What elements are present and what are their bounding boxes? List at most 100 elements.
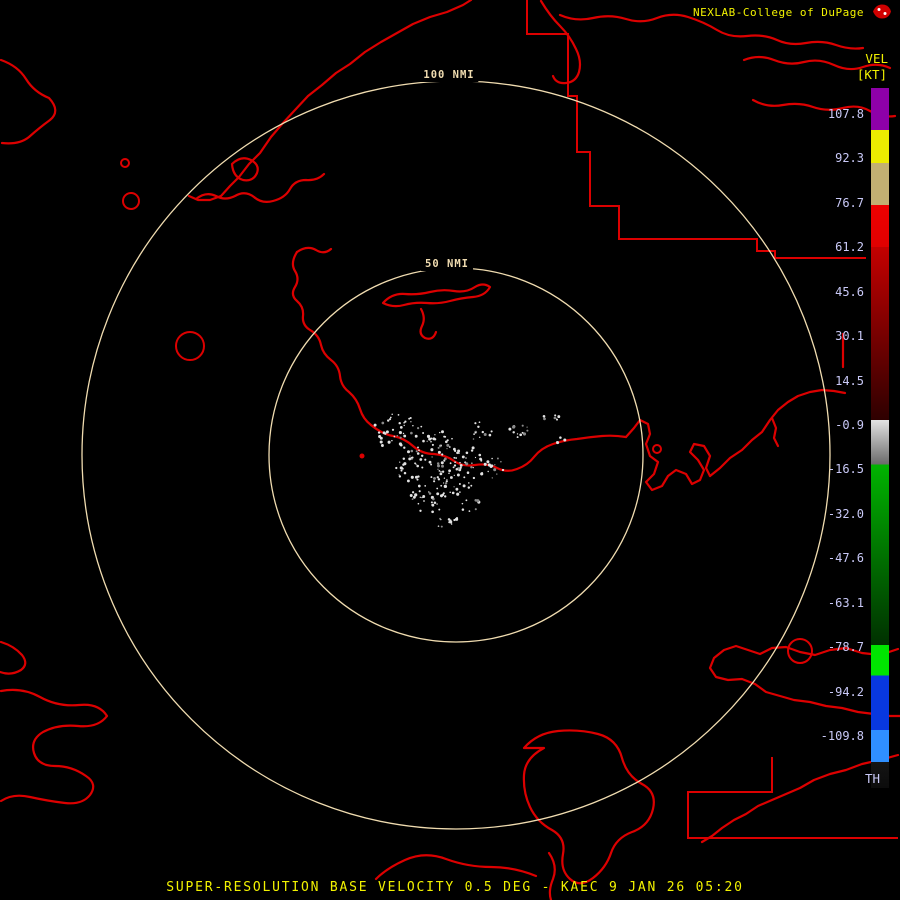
velocity-echo-dot [431, 456, 433, 458]
velocity-echo-dot [407, 450, 410, 454]
velocity-echo-dot [494, 464, 496, 466]
velocity-echo-dot [459, 466, 462, 469]
velocity-echo-dot [418, 485, 421, 488]
velocity-echo-dot [444, 482, 448, 485]
velocity-echo-dot [402, 432, 405, 435]
velocity-echo-dot [459, 461, 461, 464]
velocity-echo-dot [556, 418, 558, 421]
velocity-echo-dot [416, 452, 420, 455]
coastline-path [187, 0, 473, 202]
coastline-path [381, 283, 492, 308]
velocity-echo-dot [380, 444, 384, 447]
colorbar-tick: -94.2 [827, 684, 864, 699]
velocity-echo-dot [417, 427, 420, 430]
velocity-echo-dot [428, 460, 432, 464]
velocity-echo-dot [470, 484, 473, 487]
velocity-echo-dot [501, 468, 505, 472]
coastline-path [419, 307, 438, 340]
velocity-echo-dot [409, 455, 411, 457]
velocity-echo-dot [516, 436, 519, 439]
velocity-echo-dot [500, 460, 502, 463]
velocity-echo-dot [481, 430, 484, 434]
velocity-echo-dot [377, 431, 381, 434]
velocity-echo-dot [443, 477, 446, 479]
velocity-echo-dot [418, 449, 420, 452]
velocity-echo-dot [430, 440, 432, 443]
velocity-echo-dot [419, 496, 421, 498]
velocity-echo-dot [441, 464, 444, 468]
velocity-echo-dot [442, 482, 445, 484]
velocity-echo-dot [462, 484, 466, 488]
velocity-echo-dot [422, 439, 425, 443]
velocity-echo-dot [387, 419, 390, 422]
velocity-echo-dot [463, 476, 466, 479]
coastline-path [374, 854, 538, 881]
coastline-path [369, 423, 628, 472]
velocity-echo-dot [421, 466, 424, 469]
velocity-echo-dot [416, 478, 419, 481]
velocity-echo-dot [411, 498, 414, 500]
velocity-echo-dot [440, 471, 442, 473]
velocity-echo-dot [554, 414, 557, 417]
velocity-echo-dot [419, 458, 423, 461]
velocity-echo-dot [401, 467, 404, 470]
velocity-echo-dot [385, 430, 389, 434]
velocity-echo-dot [417, 475, 420, 478]
velocity-echo-dot [474, 508, 477, 511]
colorbar-tick: -78.7 [827, 640, 864, 655]
velocity-echo-dot [379, 440, 383, 444]
velocity-echo-dot [455, 487, 459, 491]
velocity-echo-dot [526, 429, 529, 432]
velocity-echo-dot [453, 464, 457, 467]
range-ring-label-100: 100 NMI [419, 68, 479, 82]
colorbar-tick: -0.9 [835, 418, 864, 432]
velocity-echo-dot [391, 439, 393, 442]
velocity-echo-dot [410, 431, 413, 435]
range-ring-50nmi [268, 267, 644, 643]
velocity-echo-dot [431, 503, 435, 507]
velocity-echo-dot [421, 454, 424, 457]
velocity-echo-dot [437, 525, 440, 527]
velocity-echo-dot [470, 449, 474, 452]
velocity-echo-dot [433, 476, 436, 480]
velocity-echo-dot [455, 457, 458, 459]
velocity-echo-dot [446, 439, 449, 442]
velocity-echo-dot [395, 466, 398, 470]
velocity-echo-dot [491, 477, 493, 479]
velocity-echo-dot [441, 453, 444, 456]
velocity-echo-dot [447, 518, 451, 521]
velocity-echo-dot [456, 492, 460, 496]
radar-map-layer [0, 0, 900, 900]
velocity-echo-dot [415, 450, 418, 453]
velocity-echo-dot [436, 503, 439, 505]
velocity-echo-dot [439, 431, 441, 434]
range-ring-100nmi [81, 80, 831, 830]
cod-logo-icon [871, 3, 893, 24]
velocity-echo-dot [443, 484, 447, 488]
colorbar-tick: 107.8 [827, 107, 864, 121]
velocity-echo-dot [468, 482, 470, 484]
coastlines [0, 0, 900, 900]
velocity-echo-dot [436, 462, 440, 465]
velocity-echo-dot [474, 422, 477, 425]
velocity-echo-dot [438, 508, 441, 511]
velocity-echo-dot [472, 466, 474, 469]
colorbar-tick: -47.6 [827, 551, 864, 566]
velocity-echo-dot [381, 421, 385, 425]
velocity-echo-dot [488, 433, 492, 437]
velocity-echo-dot [433, 438, 437, 441]
velocity-echo-dot [420, 425, 423, 428]
velocity-echo-dot [412, 495, 416, 499]
velocity-echo-dot [465, 451, 469, 455]
islet-dot [359, 453, 365, 459]
velocity-echo-dot [556, 441, 558, 443]
velocity-echo-dot [458, 452, 460, 454]
velocity-echo-dot [387, 440, 391, 444]
velocity-echo-dot [389, 416, 392, 419]
coastline-path [295, 246, 333, 254]
velocity-echo-dot [450, 523, 453, 525]
velocity-echo-dot [403, 424, 405, 427]
range-rings [81, 80, 831, 830]
lake-circle [122, 192, 140, 210]
velocity-echo-dot [441, 470, 445, 473]
